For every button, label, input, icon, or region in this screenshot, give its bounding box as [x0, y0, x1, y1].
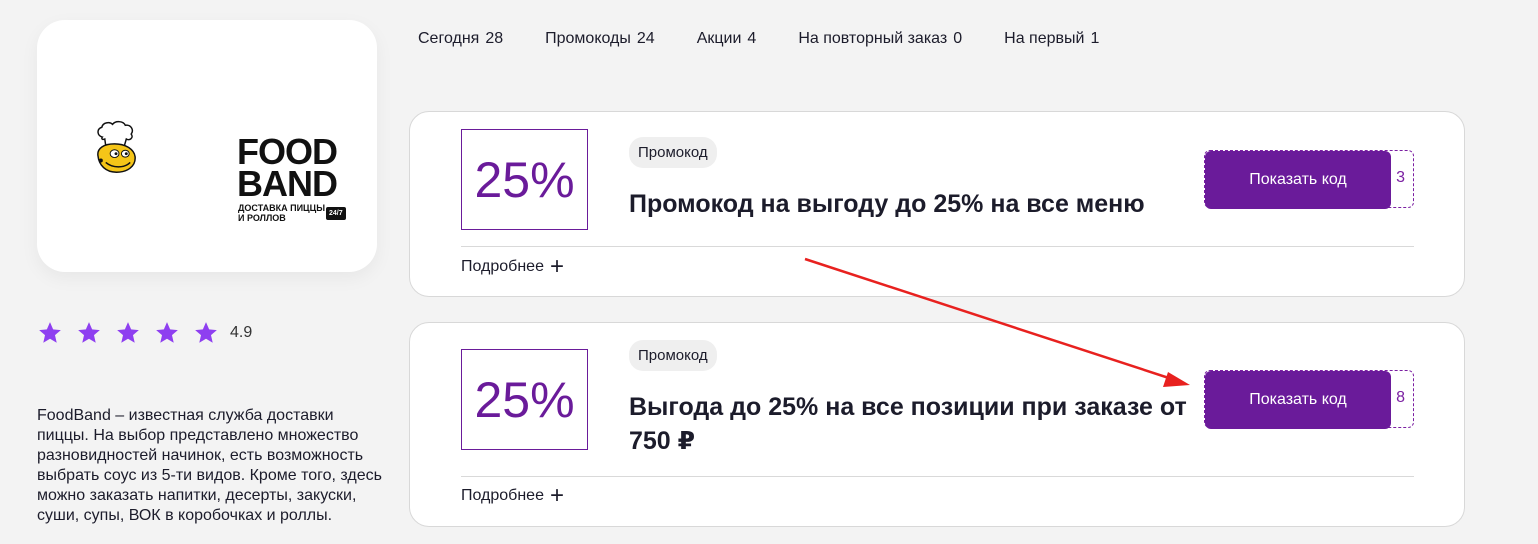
star-icon — [195, 322, 217, 343]
coupon-code-frame[interactable]: 3 Показать код — [1204, 150, 1414, 209]
tab-count: 4 — [747, 30, 757, 47]
tab-promotions[interactable]: Акции 4 — [697, 30, 757, 48]
tab-count: 28 — [485, 30, 504, 47]
coupon-card: 25% Промокод Выгода до 25% на все позици… — [409, 322, 1465, 527]
star-icon — [117, 322, 139, 343]
chef-mascot-icon — [97, 120, 136, 173]
coupon-code-tail: 3 — [1396, 169, 1405, 186]
coupon-title: Промокод на выгоду до 25% на все меню — [629, 190, 1145, 218]
details-toggle[interactable]: Подробнее + — [461, 253, 564, 280]
coupon-card: 25% Промокод Промокод на выгоду до 25% н… — [409, 111, 1465, 297]
coupon-code-tail: 8 — [1396, 389, 1405, 406]
divider — [461, 476, 1414, 477]
store-description: FoodBand – известная служба доставки пиц… — [37, 407, 382, 524]
star-icon — [78, 322, 100, 343]
brand-badge: 24/7 — [326, 207, 346, 220]
tab-label: Акции — [696, 30, 742, 47]
tab-count: 0 — [953, 30, 963, 47]
brand-name-line2: BAND — [237, 163, 338, 204]
tab-today[interactable]: Сегодня 28 — [418, 30, 503, 48]
filter-tabs: Сегодня 28 Промокоды 24 Акции 4 На повторны… — [418, 30, 1141, 48]
details-label: Подробнее — [461, 258, 544, 275]
tab-first-order[interactable]: На первый 1 — [1004, 30, 1099, 48]
tab-promocodes[interactable]: Промокоды 24 — [545, 30, 655, 48]
plus-icon: + — [549, 482, 564, 509]
discount-value: 25% — [461, 129, 588, 230]
tab-count: 1 — [1090, 30, 1100, 47]
tab-label: На повторный заказ — [798, 30, 948, 47]
tab-label: Сегодня — [418, 30, 480, 47]
brand-subtitle: Доставка пиццы и роллов — [238, 203, 326, 223]
rating: 4.9 — [37, 320, 252, 346]
tab-repeat-order[interactable]: На повторный заказ 0 — [798, 30, 962, 48]
tab-label: Промокоды — [545, 30, 631, 47]
coupon-type-badge: Промокод — [629, 340, 717, 371]
discount-value: 25% — [461, 349, 588, 450]
show-code-button[interactable]: Показать код — [1205, 151, 1391, 209]
tab-count: 24 — [636, 30, 655, 47]
coupon-type-badge: Промокод — [629, 137, 717, 168]
star-icon — [156, 322, 178, 343]
plus-icon: + — [549, 253, 564, 280]
rating-value: 4.9 — [230, 324, 253, 341]
coupon-title: Выгода до 25% на все позиции при заказе … — [629, 393, 1187, 455]
details-toggle[interactable]: Подробнее + — [461, 482, 564, 509]
show-code-button[interactable]: Показать код — [1205, 371, 1391, 429]
coupon-code-frame[interactable]: 8 Показать код — [1204, 370, 1414, 429]
brand-logo-card: FOOD BAND Доставка пиццы и роллов 24/7 — [37, 20, 377, 272]
divider — [461, 246, 1414, 247]
star-icon — [39, 322, 61, 343]
tab-label: На первый — [1004, 30, 1085, 47]
details-label: Подробнее — [461, 487, 544, 504]
